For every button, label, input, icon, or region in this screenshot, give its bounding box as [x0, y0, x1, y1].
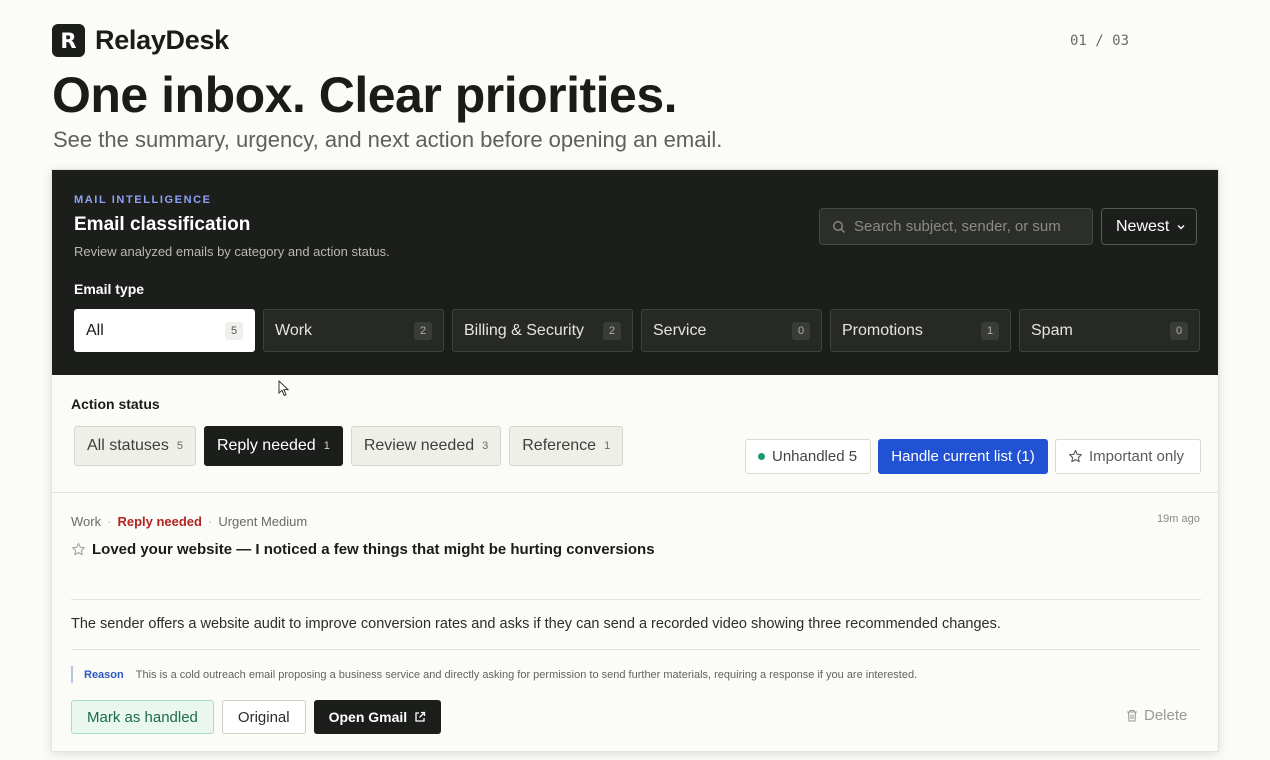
email-meta: Work · Reply needed · Urgent Medium	[71, 514, 307, 529]
panel-title: Email classification	[74, 214, 251, 235]
status-filter-count: 3	[482, 440, 489, 452]
sort-value: Newest	[1116, 217, 1170, 235]
delete-label: Delete	[1144, 707, 1188, 724]
chevron-down-icon	[1177, 224, 1185, 229]
handle-current-list-button[interactable]: Handle current list (1)	[878, 439, 1048, 474]
brand-logo: R	[52, 24, 85, 57]
status-filter-count: 5	[176, 440, 183, 452]
email-classification-card: MAIL INTELLIGENCE Email classification R…	[51, 169, 1219, 752]
sort-select[interactable]: Newest	[1101, 208, 1197, 245]
brand: R RelayDesk	[52, 24, 229, 57]
email-urgency: Urgent Medium	[218, 514, 308, 529]
status-filter-review-needed[interactable]: Review needed 3	[350, 426, 502, 466]
email-summary: The sender offers a website audit to imp…	[71, 616, 1001, 632]
action-status-label: Action status	[71, 396, 160, 412]
type-tab-count: 2	[414, 321, 432, 340]
brand-name: RelayDesk	[95, 25, 229, 55]
important-only-button[interactable]: Important only	[1055, 439, 1201, 474]
type-tab-billing-security[interactable]: Billing & Security 2	[452, 309, 633, 352]
status-filter-reply-needed[interactable]: Reply needed 1	[203, 426, 343, 466]
type-tab-spam[interactable]: Spam 0	[1019, 309, 1200, 352]
type-tab-label: Promotions	[842, 321, 923, 339]
type-tab-label: Work	[275, 321, 313, 339]
status-filter-count: 1	[323, 440, 330, 452]
separator-dot: ·	[207, 514, 213, 529]
status-filter-label: All statuses	[87, 437, 169, 454]
trash-icon	[1127, 709, 1137, 722]
separator-dot: ·	[107, 514, 112, 529]
reason-text: This is a cold outreach email proposing …	[135, 668, 918, 681]
type-tab-count: 5	[225, 321, 243, 340]
open-gmail-label: Open Gmail	[328, 709, 408, 725]
type-tab-label: Spam	[1031, 321, 1073, 339]
email-category: Work	[71, 514, 102, 529]
email-actions: Mark as handled Original Open Gmail	[71, 700, 442, 734]
original-button[interactable]: Original	[221, 700, 306, 734]
type-tab-count: 0	[792, 321, 810, 340]
panel-description: Review analyzed emails by category and a…	[74, 244, 390, 259]
email-status: Reply needed	[117, 514, 202, 529]
hero-title: One inbox. Clear priorities.	[52, 67, 678, 123]
search-box[interactable]	[819, 208, 1093, 245]
type-tab-count: 1	[981, 321, 999, 340]
mark-handled-button[interactable]: Mark as handled	[71, 700, 214, 734]
type-tab-count: 2	[603, 321, 621, 340]
email-type-label: Email type	[74, 281, 145, 297]
divider	[52, 492, 1218, 493]
hero-subtitle: See the summary, urgency, and next actio…	[53, 127, 723, 152]
status-filter-count: 1	[604, 440, 611, 452]
status-filter-all[interactable]: All statuses 5	[74, 426, 196, 466]
star-icon	[1069, 449, 1082, 463]
email-type-tabs: All 5 Work 2 Billing & Security 2 Servic…	[74, 309, 1200, 352]
panel-eyebrow: MAIL INTELLIGENCE	[74, 194, 212, 206]
search-icon	[832, 220, 845, 233]
page-indicator: 01 / 03	[1070, 33, 1130, 49]
status-filter-label: Review needed	[363, 437, 475, 454]
unhandled-badge[interactable]: Unhandled 5	[745, 439, 871, 474]
mouse-cursor-icon	[278, 380, 290, 397]
star-icon[interactable]	[71, 542, 86, 557]
type-tab-label: All	[86, 321, 104, 339]
type-tab-all[interactable]: All 5	[74, 309, 255, 352]
type-tab-service[interactable]: Service 0	[641, 309, 822, 352]
important-only-label: Important only	[1089, 448, 1185, 465]
status-filter-label: Reply needed	[216, 437, 316, 454]
type-tab-label: Billing & Security	[464, 321, 585, 339]
email-subject[interactable]: Loved your website — I noticed a few thi…	[92, 541, 655, 558]
type-tab-promotions[interactable]: Promotions 1	[830, 309, 1011, 352]
delete-button[interactable]: Delete	[1126, 707, 1187, 724]
type-tab-label: Service	[653, 321, 707, 339]
reason-label: Reason	[84, 668, 124, 681]
divider	[71, 649, 1201, 650]
external-link-icon	[415, 711, 426, 722]
email-subject-row: Loved your website — I noticed a few thi…	[71, 541, 655, 558]
status-filter-reference[interactable]: Reference 1	[509, 426, 624, 466]
panel-header: MAIL INTELLIGENCE Email classification R…	[52, 170, 1218, 375]
unhandled-label: Unhandled 5	[772, 448, 858, 465]
status-filter-label: Reference	[522, 437, 597, 454]
status-dot-icon	[758, 453, 765, 460]
email-reason: Reason This is a cold outreach email pro…	[71, 666, 917, 683]
type-tab-work[interactable]: Work 2	[263, 309, 444, 352]
search-input[interactable]	[854, 218, 1074, 235]
status-filters: All statuses 5 Reply needed 1 Review nee…	[74, 426, 624, 466]
email-time: 19m ago	[1157, 513, 1200, 525]
type-tab-count: 0	[1170, 321, 1188, 340]
open-gmail-button[interactable]: Open Gmail	[313, 700, 442, 734]
divider	[71, 599, 1201, 600]
